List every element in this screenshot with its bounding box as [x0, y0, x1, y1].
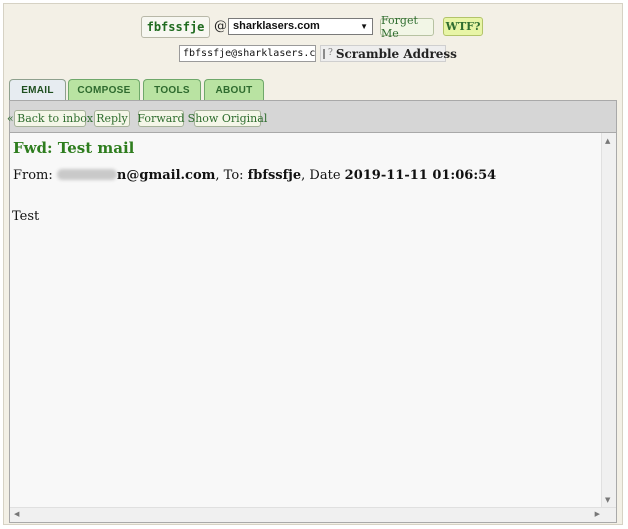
reply-button[interactable]: Reply [94, 110, 130, 127]
back-to-inbox-button[interactable]: « Back to inbox [7, 110, 93, 127]
forget-me-button[interactable]: Forget Me [380, 14, 434, 40]
message-meta: From: n@gmail.com, To: fbfssfje, Date 20… [13, 168, 496, 183]
forward-button[interactable]: Forward [137, 110, 185, 127]
message-date: 2019-11-11 01:06:54 [344, 168, 497, 183]
tab-email[interactable]: EMAIL [9, 79, 66, 101]
message-subject: Fwd: Test mail [13, 139, 135, 157]
email-address-field[interactable]: fbfssfje@sharklasers.com [179, 45, 316, 62]
domain-select[interactable]: sharklasers.com ▼ [228, 18, 373, 35]
tab-compose[interactable]: COMPOSE [68, 79, 140, 100]
domain-value: sharklasers.com [233, 20, 320, 32]
date-label: , Date [301, 168, 341, 183]
arrow-up-icon[interactable]: ▲ [605, 137, 610, 145]
chevron-down-icon: ▼ [360, 22, 368, 31]
from-label: From: [13, 168, 53, 183]
redacted-sender [56, 169, 117, 180]
message-body: Test [12, 209, 40, 224]
from-address: n@gmail.com [116, 168, 216, 183]
tab-tools[interactable]: TOOLS [143, 79, 201, 100]
message-toolbar: « Back to inbox Reply Forward Show Origi… [7, 100, 617, 133]
show-original-button[interactable]: Show Original [188, 110, 267, 127]
help-icon[interactable]: ? [328, 48, 333, 59]
arrow-left-icon[interactable]: ◀ [14, 510, 19, 518]
scramble-label: Scramble Address [335, 46, 457, 61]
arrow-right-icon[interactable]: ▶ [595, 510, 600, 518]
username-button[interactable]: fbfssfje [141, 16, 210, 38]
at-sign: @ [214, 19, 227, 34]
arrow-down-icon[interactable]: ▼ [605, 496, 610, 504]
tab-about[interactable]: ABOUT [204, 79, 264, 100]
to-address: fbfssfje [247, 168, 302, 183]
scramble-address-control[interactable]: ? Scramble Address [320, 45, 457, 62]
to-label: , To: [215, 168, 244, 183]
scramble-checkbox[interactable] [323, 48, 325, 59]
vertical-scrollbar[interactable]: ▲ ▼ [601, 133, 616, 508]
message-pane: Fwd: Test mail From: n@gmail.com, To: fb… [9, 133, 617, 523]
wtf-button[interactable]: WTF? [443, 17, 483, 36]
horizontal-scrollbar[interactable]: ◀ ▶ [10, 507, 616, 522]
